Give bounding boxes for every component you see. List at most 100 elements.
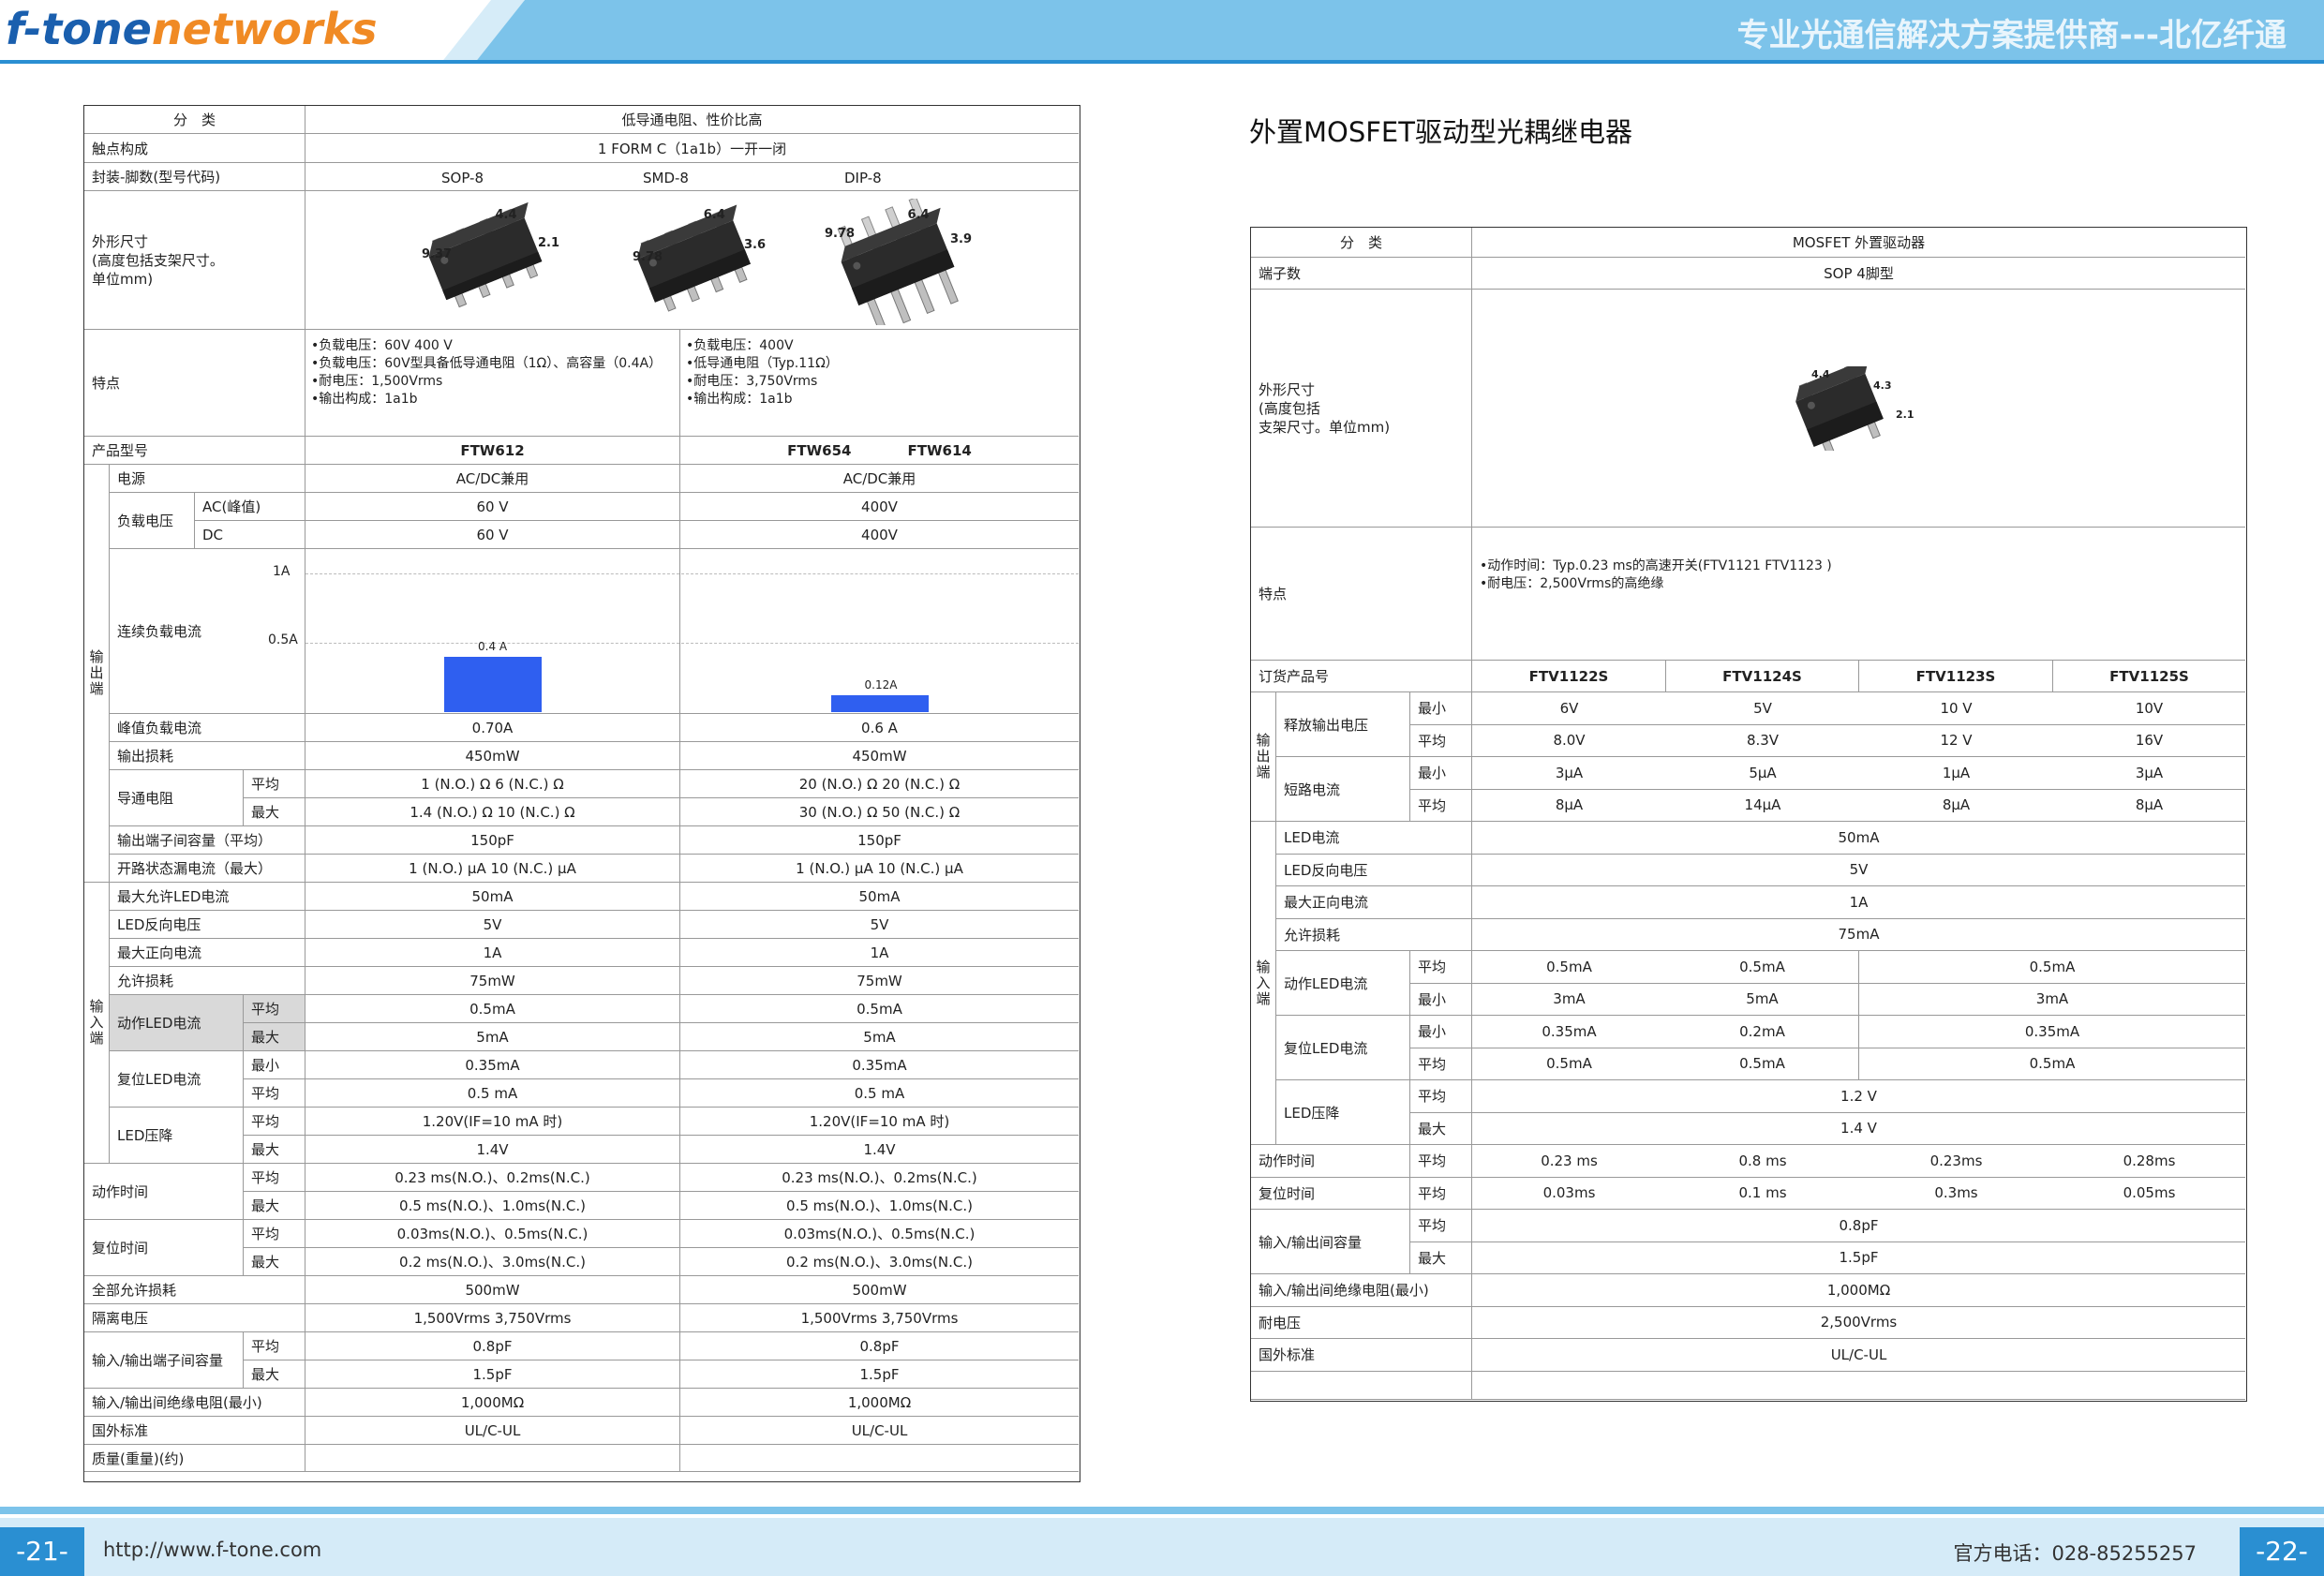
row-value: 500mW [680, 1276, 1079, 1304]
release-voltage-label: 释放输出电压 [1276, 692, 1410, 757]
dimension-label: 2.1 [1896, 409, 1914, 421]
bar-data-label: 0.4 A [478, 639, 508, 653]
load-voltage-label: 负载电压 [110, 493, 195, 549]
row-value: 50mA [680, 883, 1079, 911]
row-value: 1.5pF [305, 1360, 680, 1389]
row-value: 8μA [1859, 790, 2053, 822]
led-current-label: LED电流 [1276, 822, 1472, 855]
row-value: 500mW [305, 1276, 680, 1304]
row-value: 1A [680, 939, 1079, 967]
page-number-left: -21- [0, 1527, 84, 1576]
io-capacitance-label: 输入/输出间容量 [1251, 1210, 1410, 1274]
row-value: 5mA [680, 1023, 1079, 1051]
sub-label: 平均 [1410, 1080, 1472, 1113]
model-name: FTW614 [907, 441, 972, 459]
bar-1 [830, 695, 929, 712]
package-name: SMD-8 [643, 170, 689, 186]
dimension-label: 9.78 [825, 227, 856, 241]
row-value: 0.5 ms(N.O.)、1.0ms(N.C.) [680, 1192, 1079, 1220]
row-value: 0.23 ms(N.O.)、0.2ms(N.C.) [680, 1164, 1079, 1192]
feature-line: •耐电压：2,500Vrms的高绝缘 [1480, 576, 1664, 591]
leakage-current-label: 开路状态漏电流（最大） [110, 855, 305, 883]
order-label: 订货产品号 [1251, 661, 1472, 692]
row-value: 6V [1472, 692, 1666, 725]
row-value: UL/C-UL [305, 1417, 680, 1445]
on-resistance-label: 导通电阻 [110, 770, 244, 826]
empty-cell [1472, 1372, 2245, 1400]
row-value: 20 (N.O.) Ω 20 (N.C.) Ω [680, 770, 1079, 798]
row-value: 1.5pF [1472, 1242, 2245, 1274]
row-value: 0.5mA [305, 995, 680, 1023]
row-value: 0.28ms [2053, 1145, 2245, 1178]
page-number-right: -22- [2240, 1527, 2324, 1576]
weight-label: 质量(重量)(约) [84, 1445, 305, 1472]
row-value: 0.5mA [1859, 951, 2245, 984]
insulation-resistance-label: 输入/输出间绝缘电阻(最小) [1251, 1274, 1472, 1307]
withstand-voltage-label: 耐电压 [1251, 1306, 1472, 1339]
footer-url[interactable]: http://www.f-tone.com [103, 1539, 321, 1561]
row-value: 5V [1666, 692, 1859, 725]
row-value: 12 V [1859, 725, 2053, 757]
dimension-label-cell: 外形尺寸 (高度包括 支架尺寸。单位mm) [1251, 290, 1472, 528]
class-label: 分 类 [1251, 228, 1472, 258]
peak-current-label: 峰值负载电流 [110, 714, 305, 742]
sub-label: 平均 [1410, 951, 1472, 984]
reset-led-current-label: 复位LED电流 [110, 1051, 244, 1108]
row-value: 0.03ms [1472, 1178, 1666, 1210]
order-model: FTV1124S [1666, 661, 1859, 692]
right-spec-table: 分 类 MOSFET 外置驱动器 端子数 SOP 4脚型 外形尺寸 (高度包括 支架尺寸… [1250, 227, 2247, 1402]
sub-label: 最大 [244, 798, 305, 826]
dimension-label: 9.37 [422, 247, 453, 262]
insulation-resistance-label: 输入/输出间绝缘电阻(最小) [84, 1389, 305, 1417]
max-forward-current-label: 最大正向电流 [110, 939, 305, 967]
row-value: 5μA [1666, 757, 1859, 790]
output-group-label: 输出端 [84, 465, 110, 883]
row-value: 50mA [1472, 822, 2245, 855]
row-value: 1,000MΩ [680, 1389, 1079, 1417]
sub-label: 最大 [244, 1136, 305, 1164]
feature-line: •输出构成：1a1b [311, 392, 418, 407]
row-value: 0.5mA [1666, 951, 1859, 984]
sub-label: 平均 [244, 1164, 305, 1192]
feature-line: •输出构成：1a1b [686, 392, 793, 407]
row-value: 0.2 ms(N.O.)、3.0ms(N.C.) [680, 1248, 1079, 1276]
feature-line: •负载电压：60V 400 V [311, 338, 453, 353]
row-value: 50mA [305, 883, 680, 911]
row-value: 1.4V [305, 1136, 680, 1164]
sub-label: 平均 [1410, 1210, 1472, 1242]
model-label: 产品型号 [84, 437, 305, 465]
sub-label: 平均 [244, 1079, 305, 1108]
feature-line: •低导通电阻（Typ.11Ω） [686, 356, 839, 371]
row-value: 0.5mA [1472, 1048, 1666, 1080]
header-line [0, 60, 2324, 64]
row-value: 1A [1472, 886, 2245, 919]
feature-label: 特点 [1251, 528, 1472, 661]
operate-time-label: 动作时间 [1251, 1145, 1410, 1178]
row-value: 0.35mA [1472, 1016, 1666, 1048]
sub-label: 平均 [244, 1332, 305, 1360]
row-value: 5mA [305, 1023, 680, 1051]
class-label: 分 类 [84, 106, 305, 134]
row-value: 0.35mA [680, 1051, 1079, 1079]
order-model: FTV1123S [1859, 661, 2053, 692]
row-value: 400V [680, 521, 1079, 549]
feature-line: •耐电压：1,500Vrms [311, 374, 443, 389]
footer-phone: 官方电话：028-85255257 [1953, 1542, 2197, 1565]
bar-data-label: 0.12A [864, 678, 898, 692]
row-value: 0.23ms [1859, 1145, 2053, 1178]
terminal-value: SOP 4脚型 [1472, 258, 2245, 290]
standards-label: 国外标准 [1251, 1339, 1472, 1372]
row-value: 30 (N.O.) Ω 50 (N.C.) Ω [680, 798, 1079, 826]
row-value: 5mA [1666, 983, 1859, 1016]
row-value: 1.5pF [680, 1360, 1079, 1389]
isolation-voltage-label: 隔离电压 [84, 1304, 305, 1332]
class-value: 低导通电阻、性价比高 [305, 106, 1079, 134]
contact-label: 触点构成 [84, 134, 305, 163]
row-value: 0.5mA [1472, 951, 1666, 984]
operate-led-current-label: 动作LED电流 [1276, 951, 1410, 1016]
left-spec-table: 分 类低导通电阻、性价比高 触点构成 1 FORM C（1a1b）一开一闭 封装-脚数… [83, 105, 1080, 1482]
row-value: 0.5 ms(N.O.)、1.0ms(N.C.) [305, 1192, 680, 1220]
logo-part-b: networks [151, 4, 378, 54]
model-cell-2: FTW654 FTW614 [680, 437, 1079, 465]
package-label: 封装-脚数(型号代码) [84, 163, 305, 191]
